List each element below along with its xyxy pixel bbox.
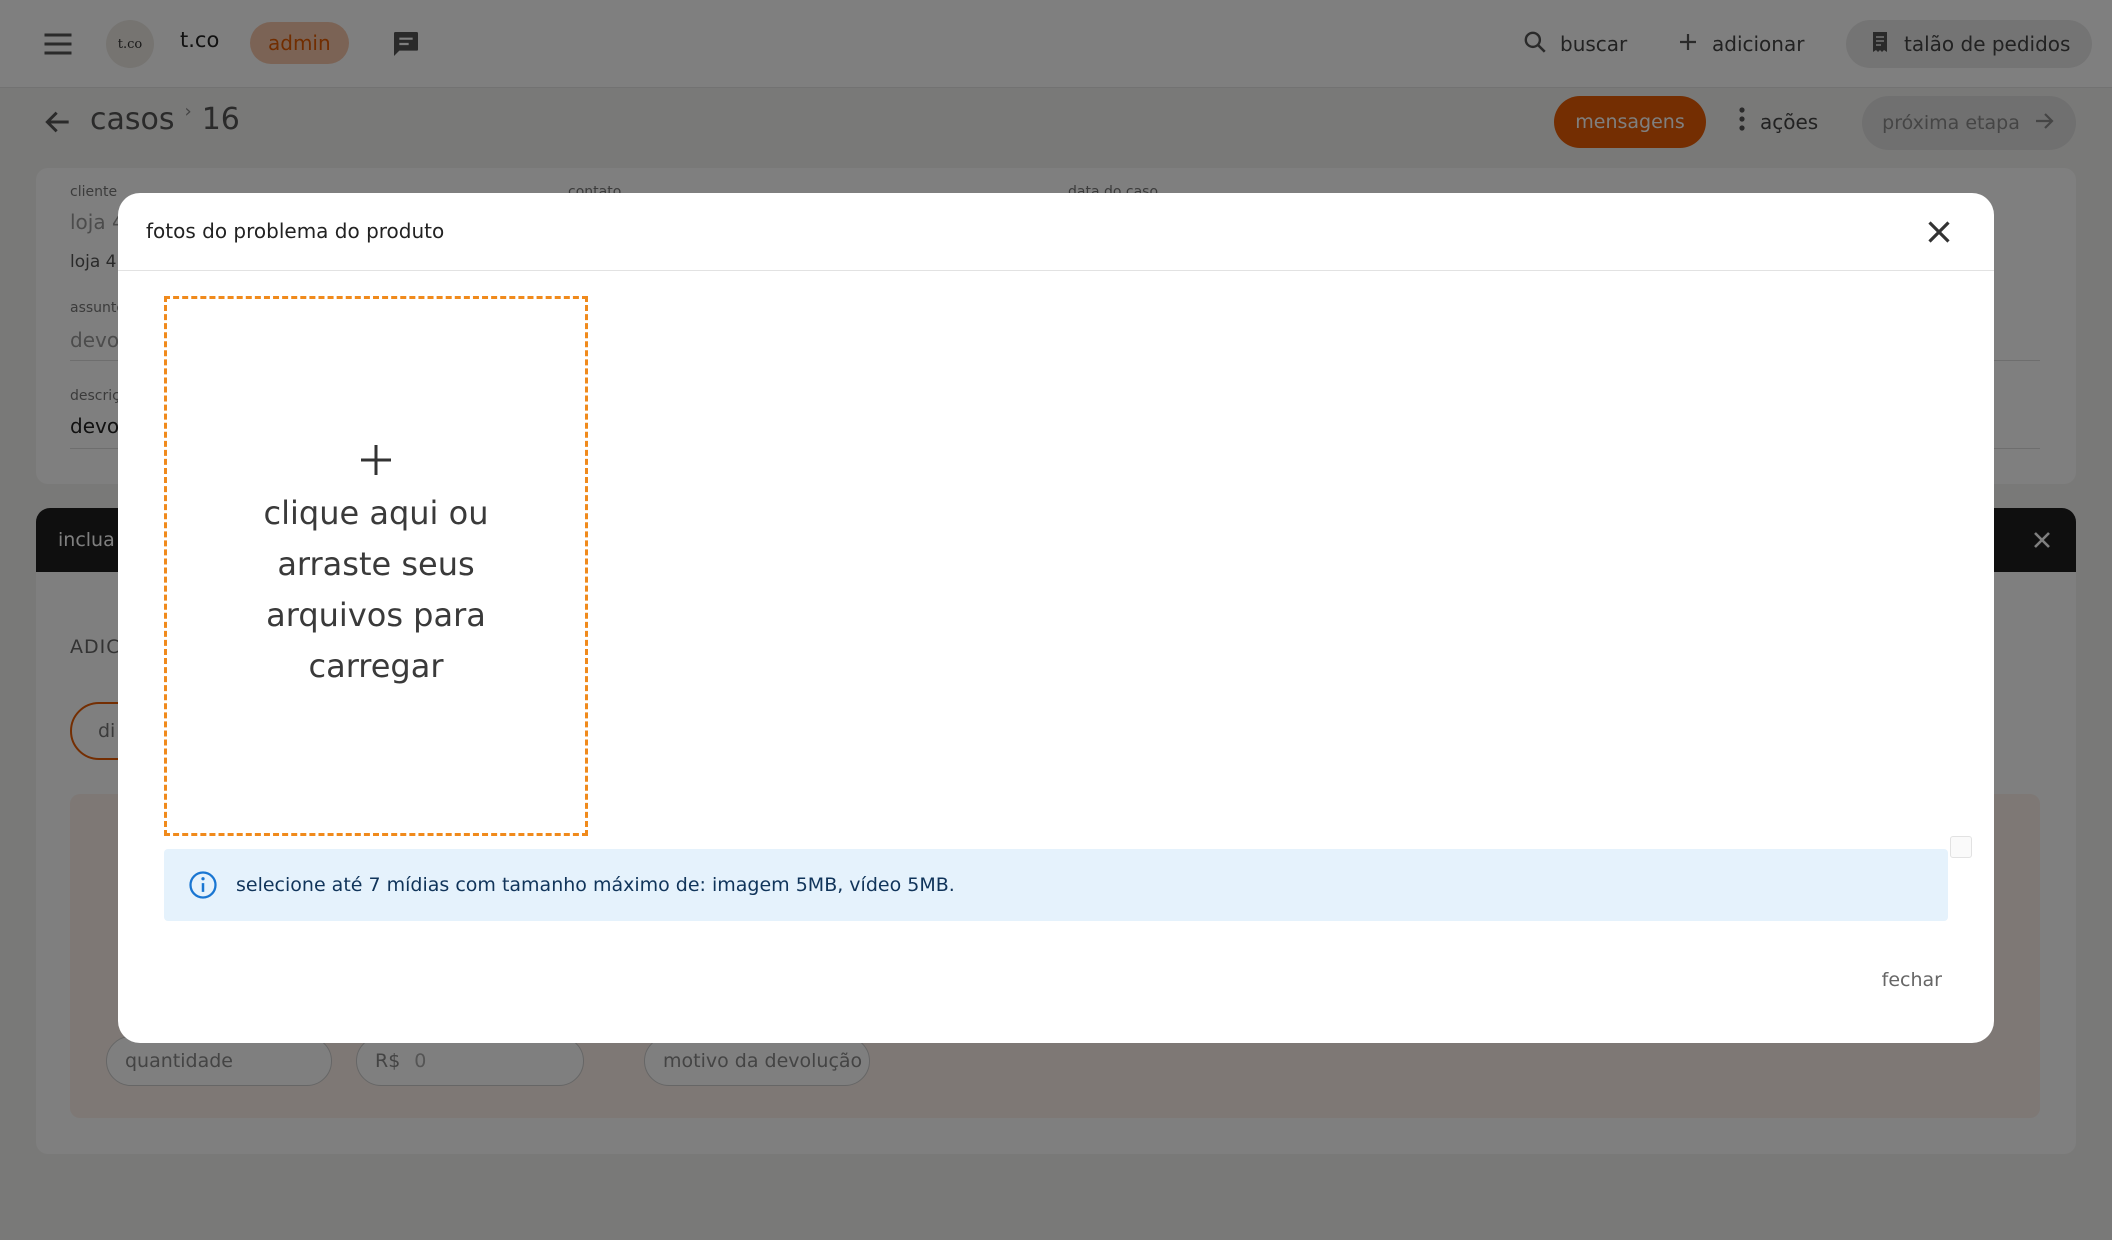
dialog-title: fotos do problema do produto [146, 219, 445, 243]
close-button[interactable]: fechar [1882, 969, 1942, 991]
plus-icon [356, 440, 396, 480]
dropzone-text: clique aqui ou arraste seus arquivos par… [263, 494, 489, 685]
photo-upload-dialog: fotos do problema do produto clique aqui… [118, 193, 1994, 1043]
info-icon [188, 870, 218, 900]
info-alert: selecione até 7 mídias com tamanho máxim… [164, 849, 1948, 921]
dialog-header: fotos do problema do produto [118, 193, 1994, 271]
info-text: selecione até 7 mídias com tamanho máxim… [236, 874, 955, 896]
close-icon[interactable] [1920, 213, 1958, 251]
resize-handle [1950, 836, 1972, 858]
file-dropzone[interactable]: clique aqui ou arraste seus arquivos par… [164, 296, 588, 836]
